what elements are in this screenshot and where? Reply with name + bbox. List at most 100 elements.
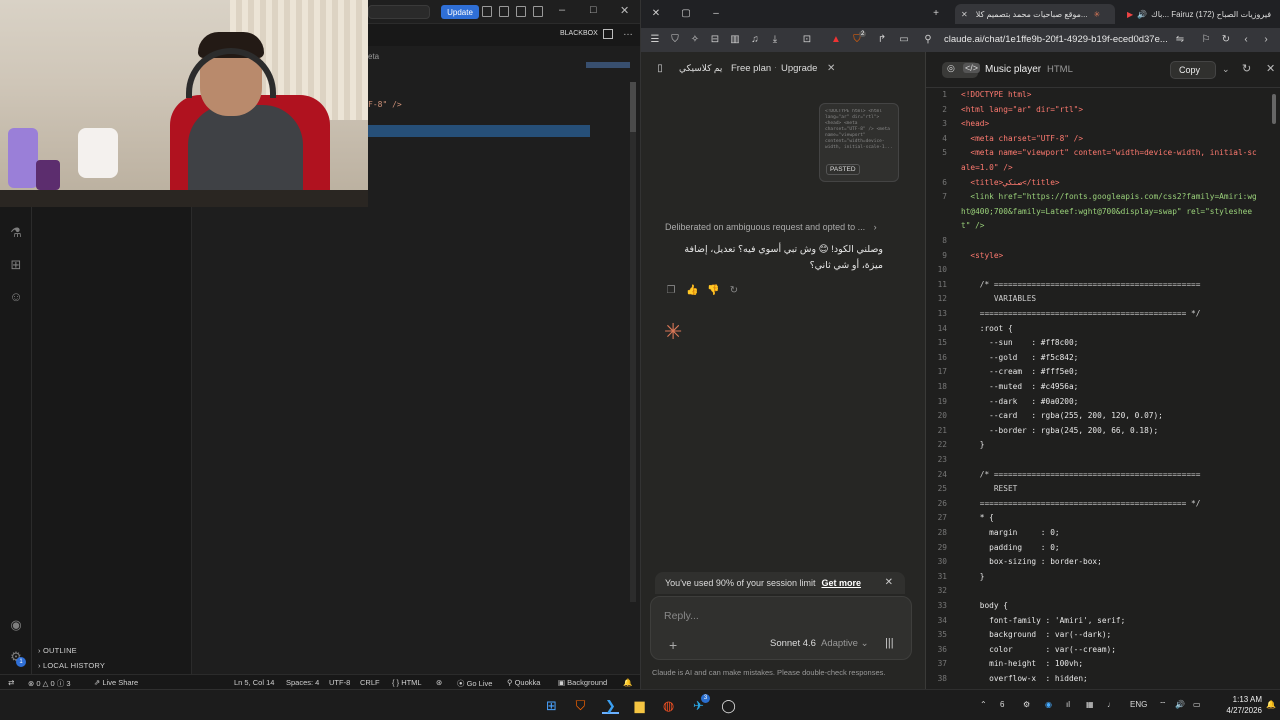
refresh-icon[interactable]: ↻ bbox=[1242, 62, 1251, 75]
code-line[interactable]: 8 bbox=[926, 236, 1276, 251]
menu-icon[interactable]: ☰ bbox=[648, 33, 662, 47]
code-line[interactable]: 1 <!DOCTYPE html> bbox=[926, 90, 1276, 105]
code-line[interactable]: 29 padding : 0; bbox=[926, 543, 1276, 558]
maximize-icon[interactable]: □ bbox=[590, 4, 597, 16]
cursor-position[interactable]: Ln 5, Col 14 bbox=[234, 678, 274, 687]
tray-edge-icon[interactable]: ◉ bbox=[1045, 700, 1052, 709]
code-line[interactable]: 33 body { bbox=[926, 601, 1276, 616]
flask-icon[interactable]: ⚗ bbox=[9, 226, 23, 240]
volume-icon[interactable]: 🔊 bbox=[1175, 700, 1185, 709]
start-icon[interactable]: ⊞ bbox=[543, 697, 560, 714]
blackbox-label[interactable]: BLACKBOX bbox=[560, 30, 598, 37]
code-line[interactable]: 34 font-family : 'Amiri', serif; bbox=[926, 616, 1276, 631]
go-live-button[interactable]: ⦿ Go Live bbox=[457, 678, 492, 689]
code-line[interactable]: 3 <head> bbox=[926, 119, 1276, 134]
code-line[interactable]: 4 <meta charset="UTF-8" /> bbox=[926, 134, 1276, 149]
thinking-summary[interactable]: Deliberated on ambiguous request and opt… bbox=[665, 222, 877, 232]
wifi-icon[interactable]: ⌔ bbox=[1159, 700, 1167, 710]
remote-icon[interactable]: ⇄ bbox=[8, 678, 14, 687]
code-line[interactable]: 13 =====================================… bbox=[926, 309, 1276, 324]
code-line[interactable]: 30 box-sizing : border-box; bbox=[926, 557, 1276, 572]
input-language[interactable]: ENG bbox=[1130, 700, 1147, 709]
update-button[interactable]: Update bbox=[441, 5, 479, 19]
tab-close-icon[interactable]: ✕ bbox=[649, 7, 663, 21]
sidebar-toggle-icon[interactable]: ▯ bbox=[653, 62, 667, 76]
code-line[interactable]: 12 VARIABLES bbox=[926, 294, 1276, 309]
code-line[interactable]: t" /> bbox=[926, 221, 1276, 236]
copilot-icon[interactable]: ☺ bbox=[9, 290, 23, 304]
code-line[interactable]: 7 <link href="https://fonts.googleapis.c… bbox=[926, 192, 1276, 207]
notification-bell-icon[interactable]: 🔔 bbox=[1266, 700, 1276, 709]
voice-mode-icon[interactable]: ||| bbox=[885, 637, 894, 649]
thumbs-up-icon[interactable]: 👍 bbox=[686, 285, 698, 297]
quokka-button[interactable]: ⚲ Quokka bbox=[507, 678, 540, 687]
more-actions-icon[interactable]: … bbox=[623, 27, 633, 38]
command-center-search[interactable] bbox=[368, 5, 430, 19]
tray-overflow-icon[interactable]: ⌃ bbox=[980, 700, 987, 709]
code-line[interactable]: 18 --muted : #c4956a; bbox=[926, 382, 1276, 397]
tray-app2-icon[interactable]: ▦ bbox=[1086, 700, 1094, 709]
upgrade-link[interactable]: Upgrade bbox=[781, 63, 817, 74]
media-icon[interactable]: ♫ bbox=[748, 33, 762, 47]
code-line[interactable]: 17 --cream : #fff5e0; bbox=[926, 367, 1276, 382]
editor-scrollbar[interactable] bbox=[630, 82, 636, 602]
encoding[interactable]: UTF-8 bbox=[329, 678, 350, 687]
reply-input[interactable]: Reply... + Sonnet 4.6 Adaptive ⌄ ||| bbox=[650, 596, 912, 660]
minimize-icon[interactable]: – bbox=[559, 4, 565, 16]
copy-button[interactable]: Copy bbox=[1170, 61, 1216, 79]
system-clock[interactable]: 1:13 AM 4/27/2026 bbox=[1210, 694, 1262, 716]
share-icon[interactable]: ↱ bbox=[875, 33, 889, 47]
address-bar[interactable]: claude.ai/chat/1e1ffe9b-20f1-4929-b19f-e… bbox=[944, 34, 1168, 45]
code-line[interactable]: ale=1.0" /> bbox=[926, 163, 1276, 178]
code-line[interactable]: 21 --border : rgba(245, 200, 66, 0.18); bbox=[926, 426, 1276, 441]
code-line[interactable]: 26 =====================================… bbox=[926, 499, 1276, 514]
chat-title[interactable]: يم كلاسيكي bbox=[679, 63, 722, 74]
site-info-icon[interactable]: ⚲ bbox=[921, 33, 935, 47]
code-line[interactable]: 15 --sun : #ff8c00; bbox=[926, 338, 1276, 353]
minimap[interactable] bbox=[586, 62, 630, 68]
editor-scroll-thumb[interactable] bbox=[630, 82, 636, 132]
code-line[interactable]: 24 /* ==================================… bbox=[926, 470, 1276, 485]
code-line[interactable]: ht@400;700&family=Lateef:wght@700&displa… bbox=[926, 207, 1276, 222]
tabs-icon[interactable]: ⊟ bbox=[708, 33, 722, 47]
vscode-icon[interactable]: ❯ bbox=[602, 697, 619, 714]
breadcrumb[interactable]: eta bbox=[368, 52, 379, 61]
code-line[interactable]: 2 <html lang="ar" dir="rtl"> bbox=[926, 105, 1276, 120]
mode-selector[interactable]: Adaptive ⌄ bbox=[821, 638, 869, 649]
tray-app-icon[interactable]: 6 bbox=[1000, 700, 1004, 709]
forward-icon[interactable]: › bbox=[1259, 33, 1273, 47]
brave-icon[interactable]: ⛉ bbox=[572, 697, 589, 714]
get-more-link[interactable]: Get more bbox=[821, 578, 861, 588]
code-line[interactable]: 37 min-height : 100vh; bbox=[926, 659, 1276, 674]
notifications-icon[interactable]: 🔔 bbox=[623, 678, 632, 687]
code-line[interactable]: 10 bbox=[926, 265, 1276, 280]
cast-icon[interactable]: ▭ bbox=[897, 33, 911, 47]
window-minimize-icon[interactable]: – bbox=[709, 7, 723, 21]
shield-icon[interactable]: ⛉ bbox=[668, 33, 682, 47]
live-share-button[interactable]: ⇗ Live Share bbox=[94, 678, 138, 687]
copilot-status-icon[interactable]: ⊛ bbox=[436, 678, 442, 687]
code-line[interactable]: 16 --gold : #f5c842; bbox=[926, 353, 1276, 368]
reader-icon[interactable]: ⊡ bbox=[800, 33, 814, 47]
code-line[interactable]: 11 /* ==================================… bbox=[926, 280, 1276, 295]
close-tab-icon[interactable]: ✕ bbox=[961, 10, 968, 19]
battery-icon[interactable]: ▭ bbox=[1193, 700, 1201, 709]
window-restore-icon[interactable]: ▢ bbox=[679, 7, 693, 21]
close-artifact-icon[interactable]: ✕ bbox=[1266, 62, 1275, 75]
toggle-secondary-sidebar-icon[interactable] bbox=[533, 6, 543, 17]
code-line[interactable]: 35 background : var(--dark); bbox=[926, 630, 1276, 645]
line-endings[interactable]: CRLF bbox=[360, 678, 380, 687]
toggle-sidebar-icon[interactable] bbox=[499, 6, 509, 17]
tray-chart-icon[interactable]: ıl bbox=[1066, 700, 1070, 709]
tray-mic-icon[interactable]: ♩ bbox=[1107, 700, 1115, 709]
close-icon[interactable]: ✕ bbox=[620, 4, 629, 17]
code-line[interactable]: 9 <style> bbox=[926, 251, 1276, 266]
toggle-panel-icon[interactable] bbox=[482, 6, 492, 17]
problems-status[interactable]: ⊗ 0 △ 0 ⓘ 3 bbox=[28, 678, 70, 689]
code-line[interactable]: 14 :root { bbox=[926, 324, 1276, 339]
code-line[interactable]: 20 --card : rgba(255, 200, 120, 0.07); bbox=[926, 411, 1276, 426]
copy-icon[interactable]: ❐ bbox=[665, 285, 677, 297]
bookmark-icon[interactable]: ⚐ bbox=[1199, 33, 1213, 47]
audio-icon[interactable]: 🔊 bbox=[1137, 10, 1147, 19]
indentation[interactable]: Spaces: 4 bbox=[286, 678, 319, 687]
